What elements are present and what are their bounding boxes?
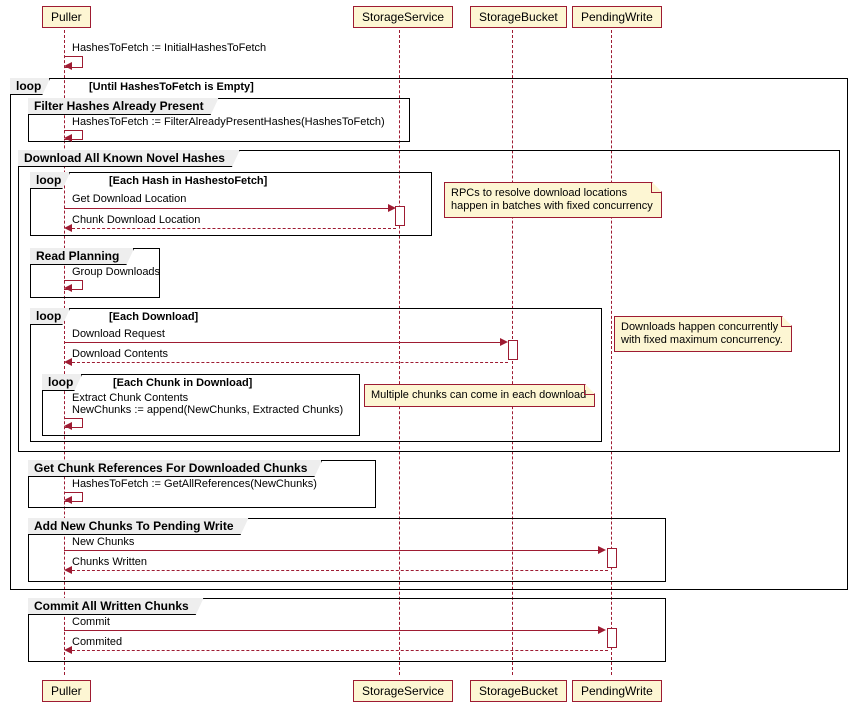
frame-hash-loop-guard: [Each Hash in HashestoFetch] <box>109 173 267 189</box>
activation-pending-write-2 <box>607 628 617 648</box>
frame-refs-title: Get Chunk References For Downloaded Chun… <box>28 460 322 477</box>
msg-initial: HashesToFetch := InitialHashesToFetch <box>72 42 266 54</box>
line-chunk-dl-loc <box>72 228 396 229</box>
frame-main-loop-guard: [Until HashesToFetch is Empty] <box>89 79 254 95</box>
note-rpc-l1: RPCs to resolve download locations <box>451 187 627 199</box>
msg-filter: HashesToFetch := FilterAlreadyPresentHas… <box>72 116 385 128</box>
note-rpc: RPCs to resolve download locations happe… <box>444 182 662 218</box>
line-commit <box>64 630 604 631</box>
participant-storage-service-top: StorageService <box>353 6 453 28</box>
frame-dl-novel-title: Download All Known Novel Hashes <box>18 150 240 167</box>
msg-committed: Commited <box>72 636 122 648</box>
arrow-extract <box>64 422 72 430</box>
participant-puller-bottom: Puller <box>42 680 91 702</box>
line-chunks-written <box>72 570 608 571</box>
line-dl-cont <box>72 362 508 363</box>
arrow-dl-req <box>500 338 508 346</box>
arrow-chunk-dl-loc <box>64 224 72 232</box>
arrow-filter <box>64 134 72 142</box>
activation-pending-write-1 <box>607 548 617 568</box>
msg-get-dl-loc: Get Download Location <box>72 193 186 205</box>
msg-dl-cont: Download Contents <box>72 348 168 360</box>
frame-commit-title: Commit All Written Chunks <box>28 598 204 615</box>
arrow-group-dl <box>64 284 72 292</box>
note-dl: Downloads happen concurrently with fixed… <box>614 316 792 352</box>
msg-chunk-dl-loc: Chunk Download Location <box>72 214 200 226</box>
participant-storage-service-bottom: StorageService <box>353 680 453 702</box>
msg-extract-l2: NewChunks := append(NewChunks, Extracted… <box>72 404 343 416</box>
note-dl-l1: Downloads happen concurrently <box>621 321 778 333</box>
line-get-dl-loc <box>64 208 394 209</box>
note-multi-text: Multiple chunks can come in each downloa… <box>371 389 586 401</box>
note-dl-l2: with fixed maximum concurrency. <box>621 334 783 346</box>
frame-filter-title: Filter Hashes Already Present <box>28 98 219 115</box>
arrow-committed <box>64 646 72 654</box>
sequence-diagram: Puller StorageService StorageBucket Pend… <box>0 0 856 710</box>
line-committed <box>72 650 608 651</box>
msg-new-chunks: New Chunks <box>72 536 134 548</box>
arrow-dl-cont <box>64 358 72 366</box>
frame-chunk-loop-tab: loop <box>42 374 82 391</box>
msg-chunks-written: Chunks Written <box>72 556 147 568</box>
frame-read-plan-title: Read Planning <box>30 248 134 265</box>
arrow-new-chunks <box>598 546 606 554</box>
activation-storage-bucket <box>508 340 518 360</box>
arrow-initial <box>64 62 72 70</box>
participant-pending-write-bottom: PendingWrite <box>572 680 662 702</box>
arrow-refs <box>64 496 72 504</box>
line-dl-req <box>64 342 506 343</box>
frame-hash-loop-tab: loop <box>30 172 70 189</box>
arrow-chunks-written <box>64 566 72 574</box>
participant-pending-write-top: PendingWrite <box>572 6 662 28</box>
participant-storage-bucket-bottom: StorageBucket <box>470 680 567 702</box>
activation-storage-service <box>395 206 405 226</box>
frame-chunk-loop-guard: [Each Chunk in Download] <box>113 375 252 391</box>
msg-commit: Commit <box>72 616 110 628</box>
msg-group-dl: Group Downloads <box>72 266 160 278</box>
note-multi: Multiple chunks can come in each downloa… <box>364 384 595 407</box>
arrow-commit <box>598 626 606 634</box>
msg-refs: HashesToFetch := GetAllReferences(NewChu… <box>72 478 317 490</box>
line-new-chunks <box>64 550 604 551</box>
participant-puller-top: Puller <box>42 6 91 28</box>
frame-dl-loop-guard: [Each Download] <box>109 309 198 325</box>
note-rpc-l2: happen in batches with fixed concurrency <box>451 200 653 212</box>
msg-extract-l1: Extract Chunk Contents <box>72 392 188 404</box>
msg-dl-req: Download Request <box>72 328 165 340</box>
participant-storage-bucket-top: StorageBucket <box>470 6 567 28</box>
frame-add-title: Add New Chunks To Pending Write <box>28 518 249 535</box>
frame-main-loop-tab: loop <box>10 78 50 95</box>
frame-dl-loop-tab: loop <box>30 308 70 325</box>
